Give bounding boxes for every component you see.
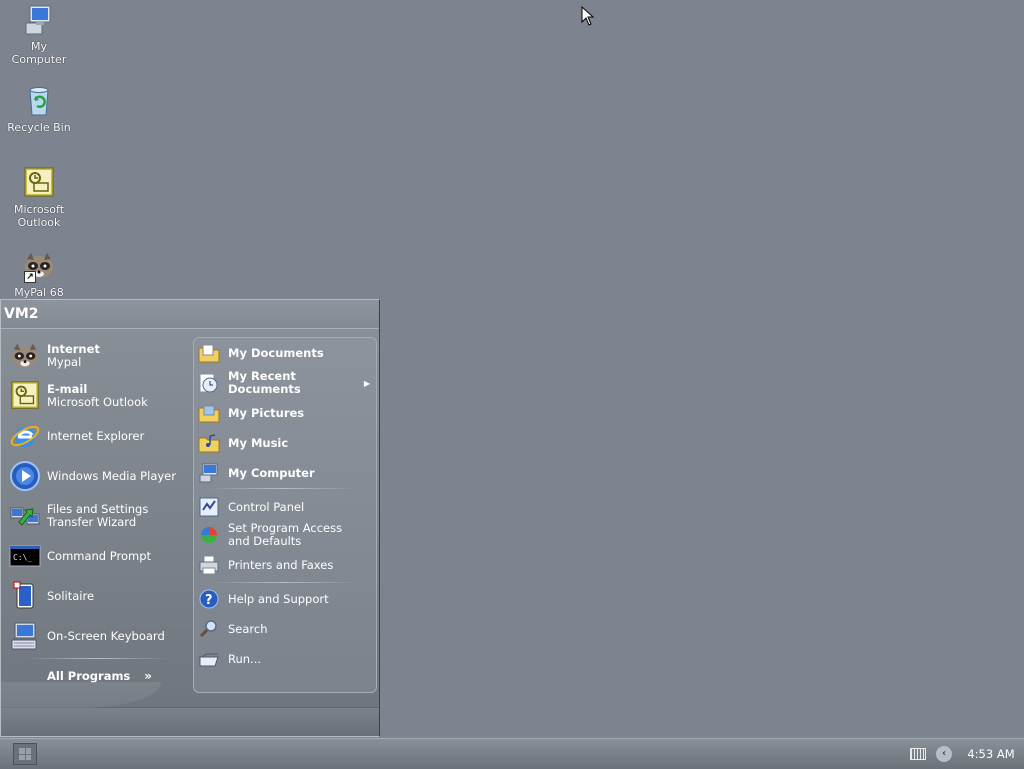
start-menu-footer (1, 682, 379, 736)
place-my-music[interactable]: My Music (198, 432, 372, 454)
program-label: Files and Settings Transfer Wizard (47, 502, 149, 529)
system-control-panel[interactable]: Control Panel (198, 496, 372, 518)
tool-label: Search (228, 621, 268, 636)
program-internet-explorer[interactable]: Internet Explorer (5, 416, 189, 456)
pinned-item-email[interactable]: E-mail Microsoft Outlook (5, 376, 189, 416)
program-command-prompt[interactable]: C:\_ Command Prompt (5, 536, 189, 576)
shortcut-arrow-icon: ↗ (24, 271, 36, 283)
mypal-icon: ↗ (22, 249, 56, 283)
place-label: My Documents (228, 345, 324, 360)
folder-pictures-icon (198, 402, 220, 424)
help-icon: ? (198, 588, 220, 610)
tool-label: Help and Support (228, 591, 329, 606)
recent-documents-icon (198, 372, 220, 394)
tool-help-and-support[interactable]: ? Help and Support (198, 588, 372, 610)
place-label: My Computer (228, 465, 315, 480)
outlook-icon (9, 380, 41, 412)
program-solitaire[interactable]: Solitaire (5, 576, 189, 616)
internet-explorer-icon (9, 420, 41, 452)
folder-documents-icon (198, 342, 220, 364)
pinned-item-internet[interactable]: Internet Mypal (5, 336, 189, 376)
system-label: Set Program Access and Defaults (228, 521, 343, 548)
desktop-icon-label: Microsoft Outlook (13, 203, 65, 229)
my-computer-icon (198, 462, 220, 484)
taskbar-clock[interactable]: 4:53 AM (958, 747, 1024, 761)
program-transfer-wizard[interactable]: Files and Settings Transfer Wizard (5, 496, 189, 536)
printer-icon (198, 554, 220, 576)
double-arrow-right-icon: » (144, 669, 153, 683)
control-panel-icon (198, 496, 220, 518)
system-printers-and-faxes[interactable]: Printers and Faxes (198, 554, 372, 576)
program-label: Command Prompt (47, 548, 152, 563)
start-menu-user-name: VM2 (1, 300, 379, 329)
desktop-icon-outlook[interactable]: Microsoft Outlook (1, 166, 77, 229)
transfer-wizard-icon (9, 500, 41, 532)
start-menu-places-pane: My Documents My Recent Documents ▶ My Pi… (193, 337, 377, 693)
places-separator (208, 488, 358, 489)
solitaire-icon (9, 580, 41, 612)
recycle-bin-icon (22, 84, 56, 118)
place-my-recent-documents[interactable]: My Recent Documents ▶ (198, 370, 372, 396)
program-defaults-icon (198, 524, 220, 546)
media-player-icon (9, 460, 41, 492)
pinned-item-subtitle: Microsoft Outlook (47, 395, 148, 409)
programs-separator (25, 658, 169, 659)
footer-decoration (1, 682, 161, 708)
start-menu: VM2 Internet Mypal E-mail Microsoft Outl… (0, 299, 380, 737)
program-label: Windows Media Player (47, 468, 176, 483)
tool-search[interactable]: Search (198, 618, 372, 640)
program-windows-media-player[interactable]: Windows Media Player (5, 456, 189, 496)
svg-text:C:\_: C:\_ (13, 553, 32, 562)
start-menu-programs-pane: Internet Mypal E-mail Microsoft Outlook … (5, 336, 189, 691)
program-on-screen-keyboard[interactable]: On-Screen Keyboard (5, 616, 189, 656)
outlook-icon (22, 166, 56, 200)
place-label: My Pictures (228, 405, 305, 420)
place-label: My Recent Documents (228, 369, 301, 396)
submenu-arrow-icon: ▶ (363, 378, 370, 388)
program-label: Solitaire (47, 588, 95, 603)
onscreen-keyboard-icon (9, 620, 41, 652)
my-computer-icon (22, 3, 56, 37)
desktop-icon-label: Recycle Bin (7, 121, 71, 134)
program-label: Internet Explorer (47, 428, 145, 443)
tray-expand-icon[interactable]: ‹ (936, 746, 952, 762)
desktop-icon-my-computer[interactable]: My Computer (1, 3, 77, 66)
tool-label: Run... (228, 651, 262, 666)
desktop-icon-label: My Computer (11, 40, 67, 66)
desktop-icon-mypal[interactable]: ↗ MyPal 68 (1, 249, 77, 299)
system-label: Control Panel (228, 499, 305, 514)
search-icon (198, 618, 220, 640)
desktop-icon-recycle-bin[interactable]: Recycle Bin (1, 84, 77, 134)
mypal-icon (9, 340, 41, 372)
system-separator (208, 582, 358, 583)
tool-run[interactable]: Run... (198, 648, 372, 670)
system-label: Printers and Faxes (228, 557, 334, 572)
pinned-item-subtitle: Mypal (47, 355, 82, 369)
folder-music-icon (198, 432, 220, 454)
start-button[interactable] (13, 743, 37, 765)
program-label: On-Screen Keyboard (47, 628, 165, 643)
system-tray: ‹ 4:53 AM (910, 739, 1024, 769)
run-icon (198, 648, 220, 670)
system-program-access-defaults[interactable]: Set Program Access and Defaults (198, 522, 372, 548)
place-my-computer[interactable]: My Computer (198, 462, 372, 484)
command-prompt-icon: C:\_ (9, 540, 41, 572)
svg-text:?: ? (205, 593, 213, 608)
all-programs-label: All Programs (47, 669, 131, 683)
place-my-documents[interactable]: My Documents (198, 342, 372, 364)
windows-logo-icon (19, 748, 31, 760)
desktop-icon-label: MyPal 68 (14, 286, 64, 299)
place-label: My Music (228, 435, 289, 450)
keyboard-icon[interactable] (910, 748, 926, 760)
place-my-pictures[interactable]: My Pictures (198, 402, 372, 424)
taskbar: ‹ 4:53 AM (0, 738, 1024, 769)
